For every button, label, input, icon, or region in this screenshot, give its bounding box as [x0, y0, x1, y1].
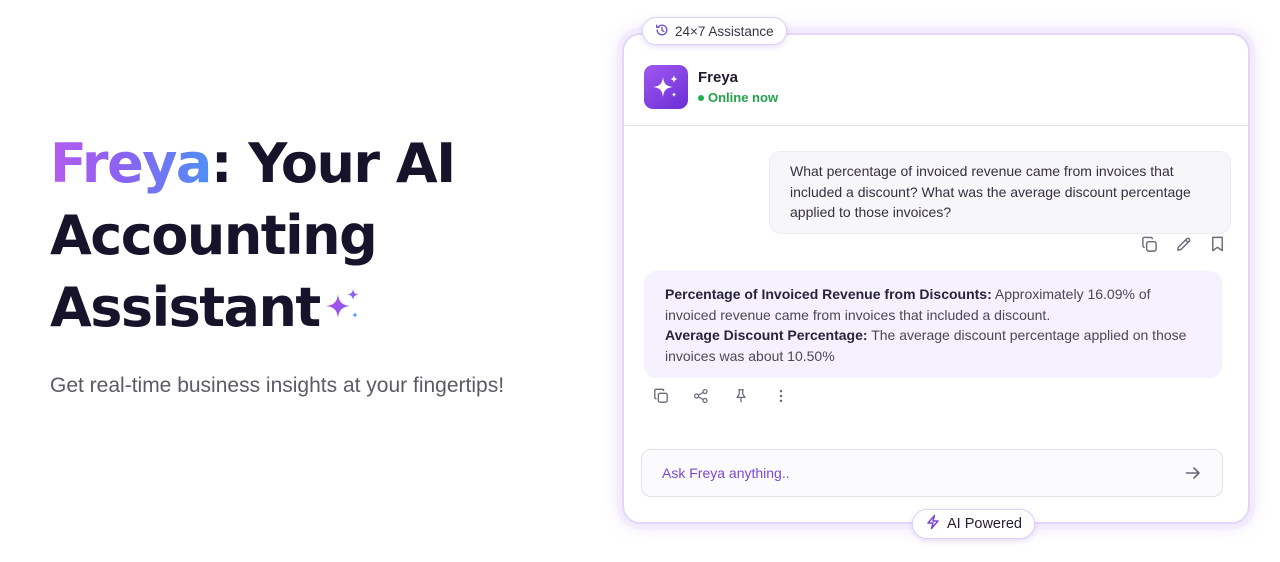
bookmark-icon[interactable] [1208, 235, 1226, 253]
hero-title-line2: Accounting [50, 204, 378, 267]
ai-response-label1: Percentage of Invoiced Revenue from Disc… [665, 286, 992, 302]
assistance-badge: 24×7 Assistance [642, 17, 787, 45]
chat-header: Freya Online now [644, 65, 778, 109]
header-divider [624, 125, 1248, 126]
agent-name: Freya [698, 69, 739, 86]
online-status: Online now [698, 90, 778, 105]
ai-response: Percentage of Invoiced Revenue from Disc… [644, 271, 1222, 378]
agent-avatar [644, 65, 688, 109]
sparkle-icon [653, 75, 678, 97]
ai-powered-badge: AI Powered [912, 509, 1035, 539]
ai-powered-badge-label: AI Powered [947, 516, 1022, 532]
pin-icon[interactable] [732, 387, 750, 405]
chat-input-bar [641, 449, 1223, 497]
copy-icon[interactable] [652, 387, 670, 405]
hero-title-brand: Freya [50, 132, 212, 195]
user-message: What percentage of invoiced revenue came… [769, 151, 1231, 234]
ai-response-label2: Average Discount Percentage: [665, 327, 868, 343]
arrow-right-icon[interactable] [1184, 464, 1202, 482]
hero-subtitle: Get real-time business insights at your … [50, 374, 505, 397]
hero-title: Freya: Your AI Accounting Assistant [50, 128, 570, 346]
user-message-actions [1140, 235, 1226, 253]
online-dot-icon [698, 94, 704, 101]
hero-section: Freya: Your AI Accounting Assistant Get … [50, 128, 570, 398]
copy-icon[interactable] [1140, 235, 1158, 253]
hero-title-line3: Assistant [50, 276, 321, 339]
chat-card: Freya Online now What percentage of invo… [622, 33, 1250, 524]
assistance-badge-label: 24×7 Assistance [675, 23, 774, 39]
more-icon[interactable] [772, 387, 790, 405]
bolt-icon [925, 514, 941, 534]
hero-title-rest: : Your AI [210, 132, 456, 195]
sparkles-icon [324, 274, 364, 346]
share-icon[interactable] [692, 387, 710, 405]
edit-icon[interactable] [1174, 235, 1192, 253]
status-text: Online now [708, 90, 779, 105]
history-icon [655, 23, 669, 40]
ai-message-actions [652, 387, 790, 405]
chat-input[interactable] [662, 465, 1142, 481]
